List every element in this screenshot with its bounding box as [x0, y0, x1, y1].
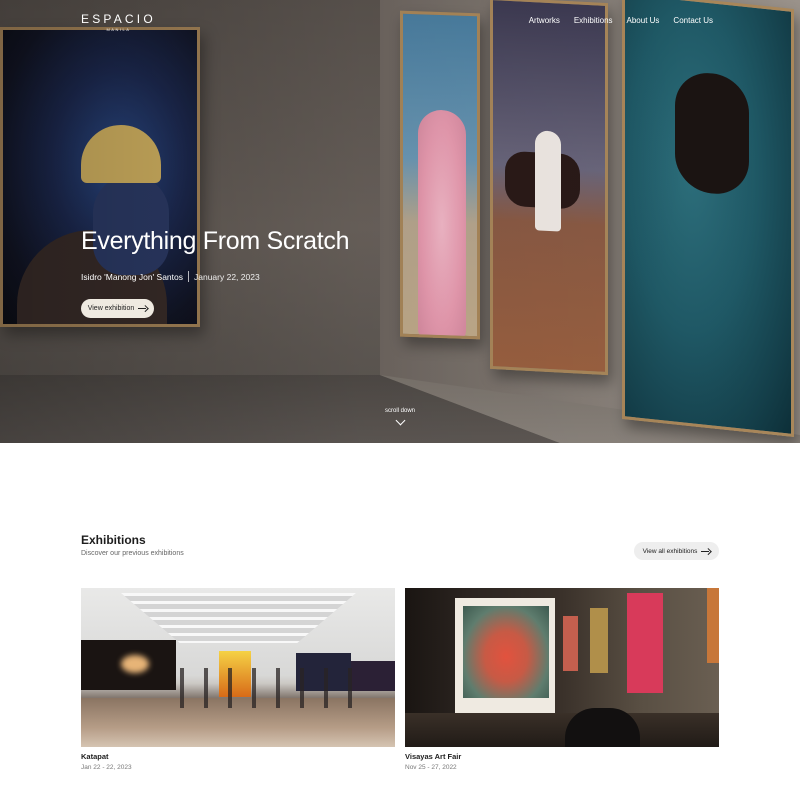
- arrow-right-icon: [701, 548, 710, 554]
- hero-artist: Isidro 'Manong Jon' Santos: [81, 271, 183, 282]
- exhibition-name: Katapat: [81, 752, 109, 761]
- exhibition-image[interactable]: [405, 588, 719, 747]
- view-exhibition-label: View exhibition: [87, 305, 135, 312]
- hero-title: Everything From Scratch: [81, 227, 350, 255]
- site-logo[interactable]: ESPACIO MANILA: [81, 12, 156, 32]
- meta-divider: [188, 271, 189, 282]
- nav-artworks[interactable]: Artworks: [529, 16, 560, 25]
- exhibitions-subtitle: Discover our previous exhibitions: [81, 550, 184, 557]
- logo-subtext: MANILA: [106, 27, 131, 32]
- exhibition-card-visayas[interactable]: Visayas Art Fair Nov 25 - 27, 2022: [405, 588, 719, 771]
- view-exhibition-button[interactable]: View exhibition: [81, 299, 154, 318]
- exhibitions-heading: Exhibitions: [81, 533, 146, 547]
- scroll-down-indicator[interactable]: scroll down: [370, 408, 430, 426]
- arrow-right-icon: [138, 306, 147, 312]
- exhibition-date: Nov 25 - 27, 2022: [405, 764, 457, 771]
- nav-about-us[interactable]: About Us: [627, 16, 660, 25]
- hero-date: January 22, 2023: [194, 271, 260, 282]
- nav-exhibitions[interactable]: Exhibitions: [574, 16, 613, 25]
- exhibition-date: Jan 22 - 22, 2023: [81, 764, 132, 771]
- logo-text: ESPACIO: [81, 12, 156, 26]
- view-all-exhibitions-button[interactable]: View all exhibitions: [634, 542, 719, 560]
- scroll-down-label: scroll down: [384, 408, 415, 414]
- exhibition-name: Visayas Art Fair: [405, 752, 462, 761]
- exhibition-image[interactable]: [81, 588, 395, 747]
- exhibition-card-katapat[interactable]: Katapat Jan 22 - 22, 2023: [81, 588, 395, 771]
- hero-meta: Isidro 'Manong Jon' Santos January 22, 2…: [81, 271, 260, 282]
- hero-section: ESPACIO MANILA Artworks Exhibitions Abou…: [0, 0, 800, 443]
- nav-contact-us[interactable]: Contact Us: [673, 16, 713, 25]
- view-all-label: View all exhibitions: [642, 547, 698, 555]
- main-nav: Artworks Exhibitions About Us Contact Us: [529, 16, 713, 25]
- hero-overlay: [0, 0, 800, 443]
- chevron-down-icon: [395, 415, 405, 426]
